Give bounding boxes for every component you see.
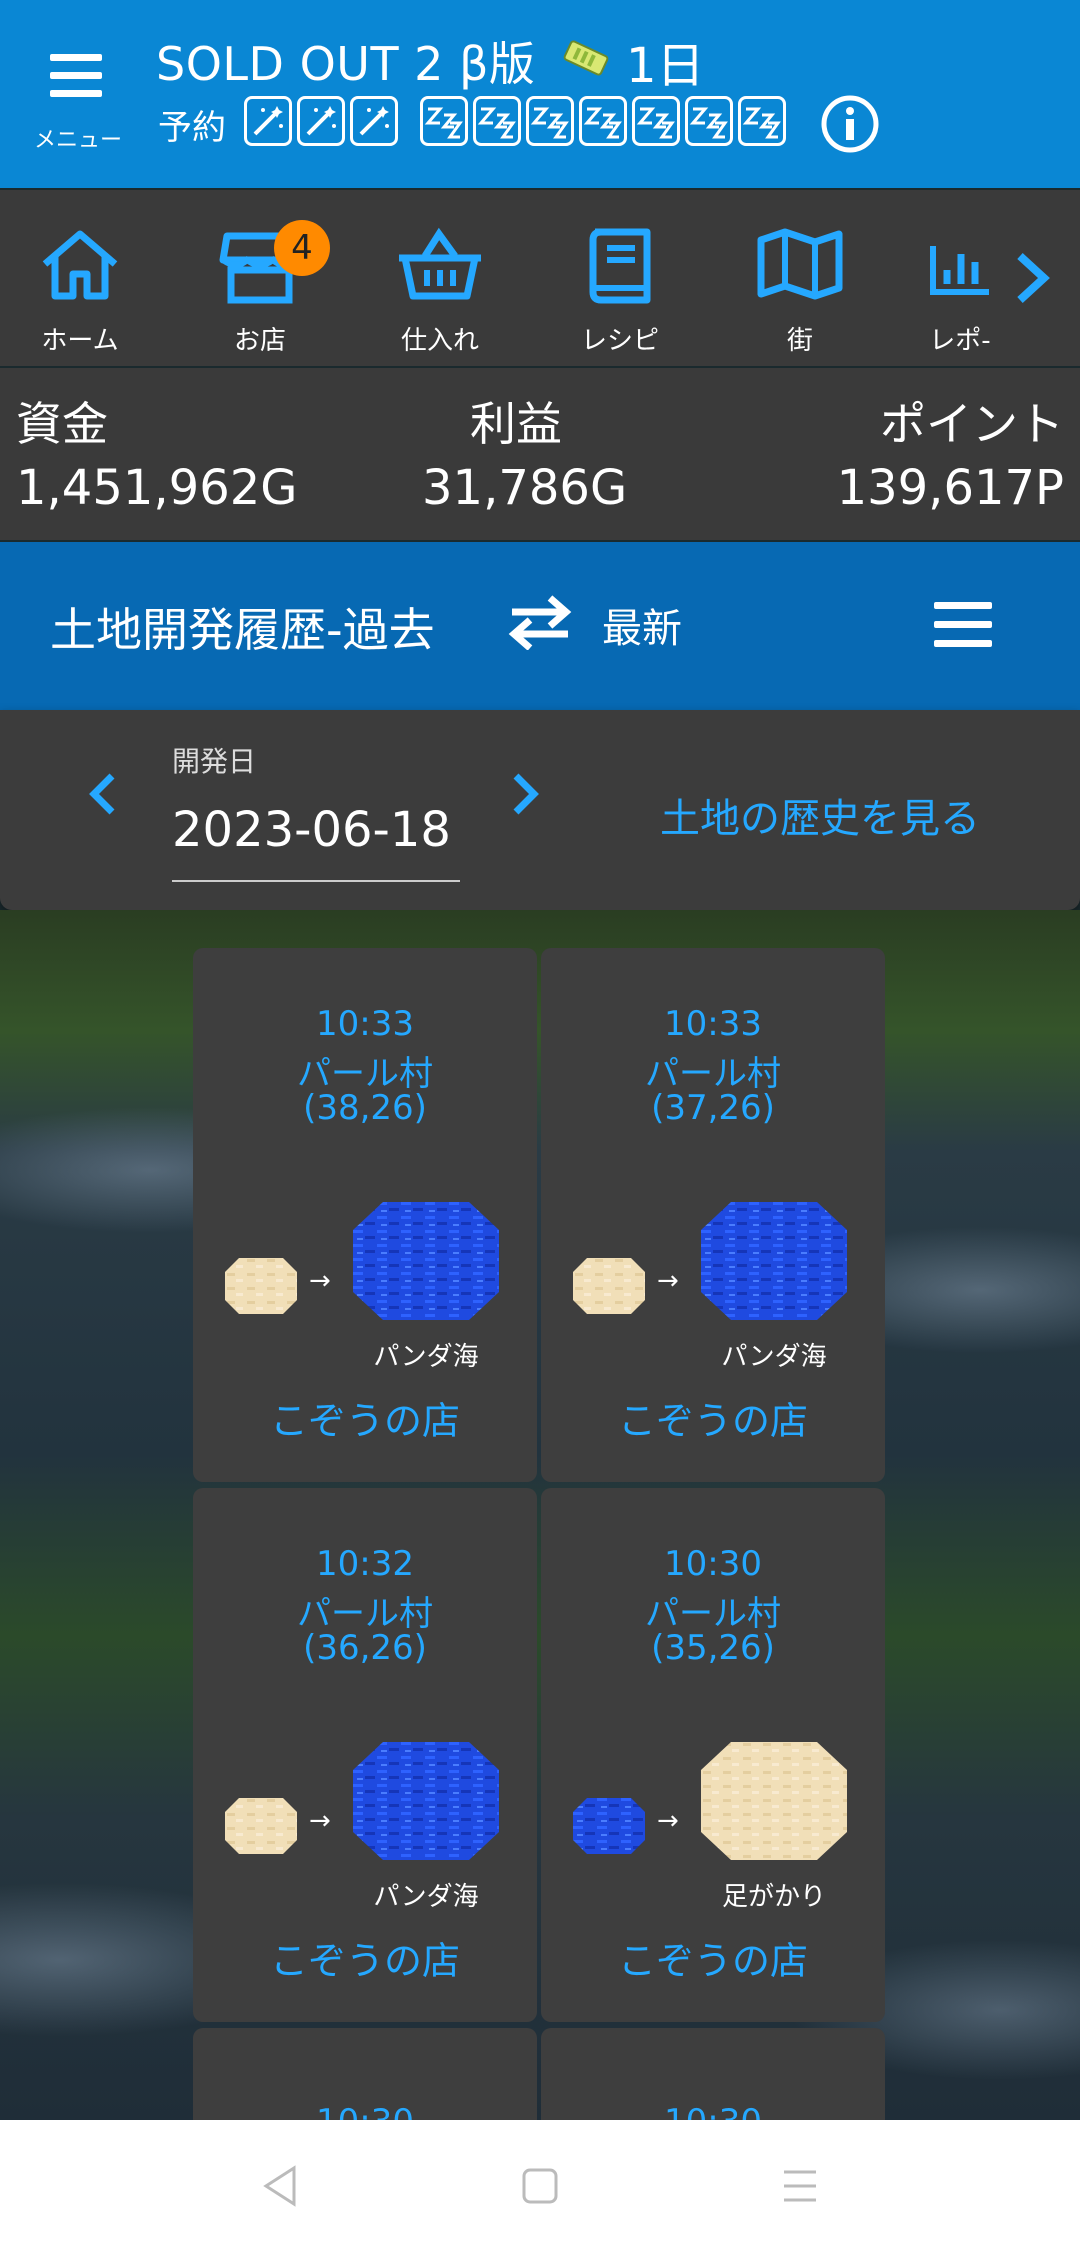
prev-date-icon[interactable] [88,772,118,816]
magic-wand-icon[interactable] [244,96,292,146]
card-time: 10:33 [316,1004,414,1044]
nav-label: レシピ [580,326,659,356]
tile-name: 足がかり [721,1882,826,1912]
history-card[interactable]: 10:32 パール村 (36,26) → パンダ海 こぞうの店 [193,1488,537,2022]
card-coord: (35,26) [651,1628,775,1668]
arrow-icon: → [309,1266,331,1296]
app-bar: メニュー SOLD OUT 2 β版 1日 予約 [0,0,1080,188]
system-nav-bar [0,2120,1080,2252]
sleep-icon[interactable] [526,96,574,146]
shop-link[interactable]: こぞうの店 [193,1930,537,1985]
card-coord: (36,26) [303,1628,427,1668]
shop-link[interactable]: こぞうの店 [541,1390,885,1445]
history-card[interactable]: 10:33 パール村 (37,26) → パンダ海 こぞうの店 [541,948,885,1482]
nav-label: レポ- [929,326,991,356]
background-scenery [0,910,1080,2120]
nav-label: 仕入れ [400,326,479,356]
sand-tile-icon [701,1742,847,1860]
nav-bar: ホーム 4 お店 仕入れ レシピ 街 レポ- [0,190,1080,366]
sand-tile-icon [573,1258,645,1314]
land-history-link[interactable]: 土地の歴史を見る [660,786,980,844]
card-coord: (37,26) [651,1088,775,1128]
nav-item-town[interactable]: 街 [730,206,870,356]
app-title: SOLD OUT 2 β版 [156,37,536,91]
card-time: 10:32 [316,1544,414,1584]
points-label: ポイント [880,397,1064,451]
home-icon [42,230,118,300]
sleep-icon[interactable] [579,96,627,146]
shop-badge: 4 [274,220,330,276]
sea-tile-icon [353,1742,499,1860]
chart-icon [930,246,989,295]
date-input[interactable]: 2023-06-18 [172,802,451,858]
arrow-icon: → [309,1806,331,1836]
section-title: 土地開発履歴-過去 [50,603,435,657]
shop-link[interactable]: こぞうの店 [541,1930,885,1985]
section-header: 土地開発履歴-過去 最新 [0,542,1080,710]
history-card[interactable]: 10:33 パール村 (38,26) → パンダ海 こぞうの店 [193,948,537,1482]
date-caption: 開発日 [172,745,257,778]
points-value: 139,617P [836,460,1064,516]
tile-name: パンダ海 [373,1342,479,1372]
tile-name: パンダ海 [373,1882,479,1912]
date-panel: 開発日 2023-06-18 土地の歴史を見る [0,710,1080,910]
card-time: 10:33 [664,1004,762,1044]
sea-tile-icon [353,1202,499,1320]
nav-label: お店 [233,326,286,356]
stats-panel: 資金 1,451,962G 利益 31,786G ポイント 139,617P [0,368,1080,540]
info-icon[interactable] [820,94,880,154]
profit-value: 31,786G [422,460,628,516]
latest-toggle[interactable]: 最新 [602,596,682,654]
magic-wand-icon[interactable] [297,96,345,146]
sleep-icon[interactable] [473,96,521,146]
nav-next-arrow-icon[interactable] [1012,248,1052,308]
home-nav-icon[interactable] [518,2164,562,2208]
sleep-icon[interactable] [685,96,733,146]
nav-item-purchase[interactable]: 仕入れ [370,206,510,356]
nav-label: 街 [786,326,813,356]
day-counter: 1日 [626,38,705,94]
funds-value: 1,451,962G [16,460,298,516]
nav-item-recipe[interactable]: レシピ [550,206,690,356]
funds-label: 資金 [16,397,108,451]
menu-icon [50,54,102,98]
reserve-label: 予約 [158,108,226,148]
sand-tile-icon [225,1258,297,1314]
nav-item-home[interactable]: ホーム [10,206,150,356]
back-icon[interactable] [258,2164,302,2208]
sea-tile-icon [701,1202,847,1320]
sea-tile-icon [573,1798,645,1854]
swap-icon[interactable] [508,594,572,650]
wand-slots [244,96,398,148]
sleep-icon[interactable] [420,96,468,146]
shop-link[interactable]: こぞうの店 [193,1390,537,1445]
sand-tile-icon [225,1798,297,1854]
section-menu-icon[interactable] [934,602,992,648]
arrow-icon: → [657,1806,679,1836]
recent-apps-icon[interactable] [778,2164,822,2208]
sleep-icon[interactable] [738,96,786,146]
history-card[interactable]: 10:30 パール村 (35,26) → 足がかり こぞうの店 [541,1488,885,2022]
nav-label: ホーム [41,326,119,356]
map-icon [757,228,843,300]
ticket-icon [563,40,609,76]
menu-label: メニュー [33,128,122,153]
book-icon [589,228,651,304]
profit-label: 利益 [470,397,562,451]
card-coord: (38,26) [303,1088,427,1128]
tile-name: パンダ海 [721,1342,827,1372]
date-underline [172,880,460,882]
card-time: 10:30 [664,1544,762,1584]
sleep-slots [420,96,786,148]
sleep-icon[interactable] [632,96,680,146]
next-date-icon[interactable] [510,772,540,816]
nav-item-report[interactable]: レポ- [890,206,1030,356]
arrow-icon: → [657,1266,679,1296]
menu-button[interactable]: メニュー [22,40,134,160]
magic-wand-icon[interactable] [350,96,398,146]
nav-item-shop[interactable]: 4 お店 [190,206,330,356]
basket-icon [399,227,481,300]
